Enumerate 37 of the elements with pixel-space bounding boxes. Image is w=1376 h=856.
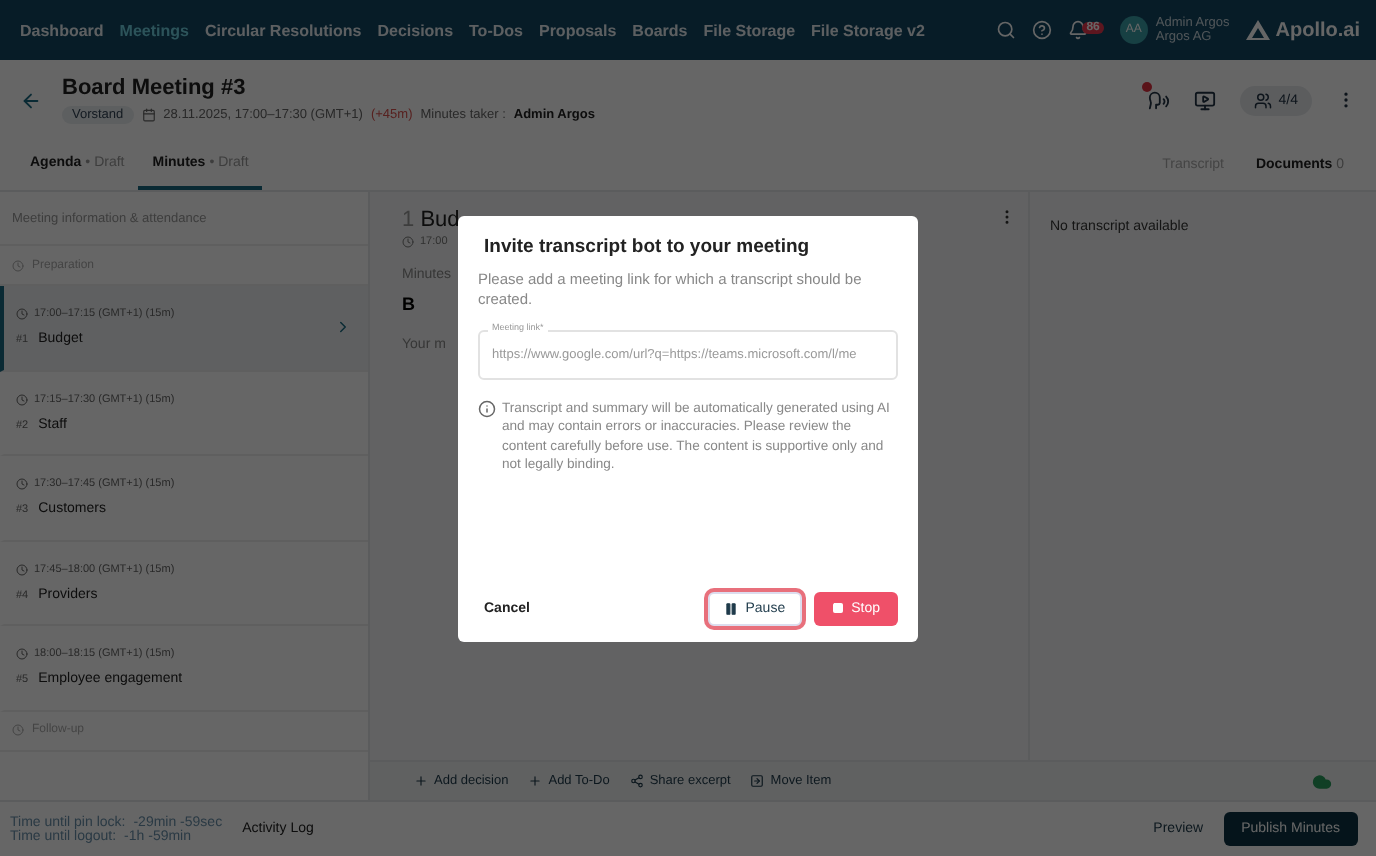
clock-icon <box>402 236 414 248</box>
clock-icon <box>12 724 24 736</box>
share-icon <box>629 774 644 788</box>
nav-link[interactable]: File Storage v2 <box>811 21 925 39</box>
plus-icon <box>414 774 428 788</box>
meeting-title: Board Meeting #3 <box>62 76 248 100</box>
logo-text: Apollo.ai <box>1275 19 1360 41</box>
calendar-icon <box>141 108 156 122</box>
plus-icon <box>528 774 543 788</box>
nav-link[interactable]: Circular Resolutions <box>204 21 362 39</box>
nav-link[interactable]: To-Dos <box>469 21 523 39</box>
people-icon <box>1254 91 1273 109</box>
clock-icon <box>16 563 28 576</box>
pause-icon <box>723 601 738 615</box>
nav-link[interactable]: Dashboard <box>20 21 104 39</box>
nav-link[interactable]: Decisions <box>377 21 454 39</box>
logo-icon <box>1245 20 1270 40</box>
box-arrow-icon <box>750 774 765 788</box>
info-icon <box>478 399 496 417</box>
back-arrow-icon[interactable] <box>20 89 42 111</box>
clock-icon <box>12 259 24 271</box>
bold-button[interactable]: B <box>402 294 415 314</box>
notifications-bell-icon[interactable] <box>1068 20 1089 40</box>
clock-icon <box>16 393 28 406</box>
nav-link[interactable]: Boards <box>632 21 688 39</box>
chevron-icon <box>334 318 352 337</box>
search-icon[interactable] <box>996 20 1017 40</box>
clock-icon <box>16 648 28 661</box>
presentation-icon[interactable] <box>1194 89 1217 111</box>
clock-icon <box>16 308 28 321</box>
help-icon[interactable] <box>1032 20 1053 40</box>
dialog-title: Invite transcript bot to your meeting <box>482 235 812 257</box>
nav-link[interactable]: File Storage <box>703 21 796 39</box>
nav-link[interactable]: Proposals <box>538 21 617 39</box>
cloud-icon <box>1312 771 1332 791</box>
stop-icon <box>831 602 844 614</box>
clock-icon <box>16 478 28 491</box>
